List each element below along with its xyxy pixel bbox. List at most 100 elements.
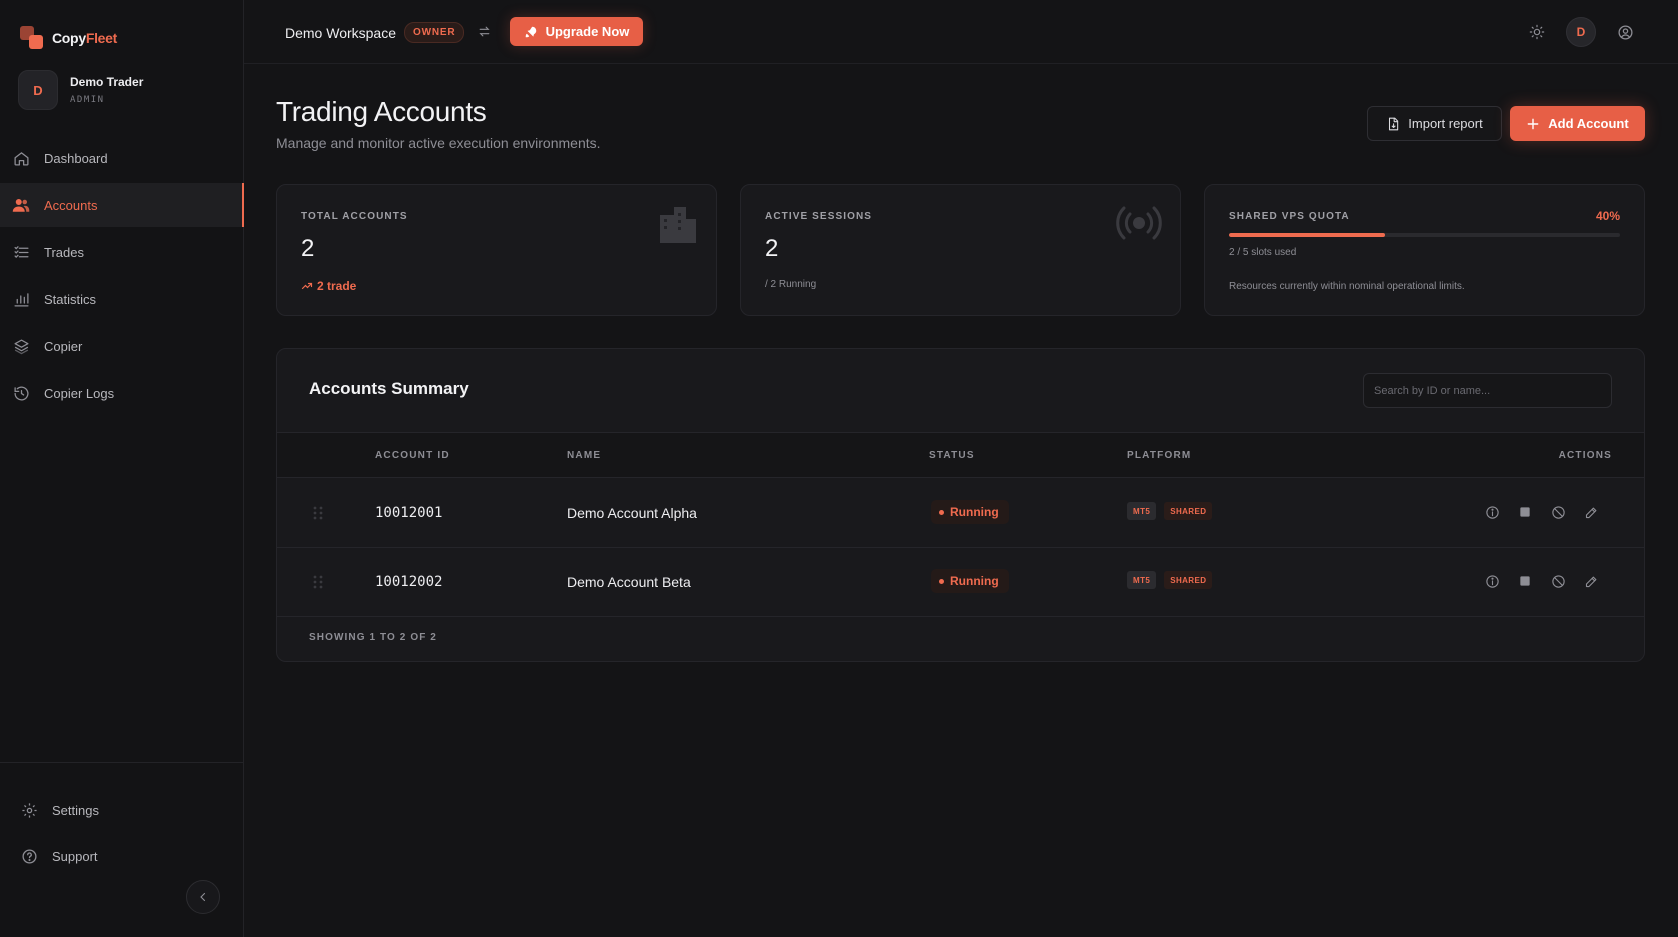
sidebar-item-copier[interactable]: Copier xyxy=(0,324,244,368)
platform-badge: MT5 xyxy=(1127,502,1157,520)
workspace-name: Demo Workspace xyxy=(285,24,397,41)
drag-handle-icon[interactable] xyxy=(313,575,323,594)
layers-icon xyxy=(12,337,30,355)
profile-role: ADMIN xyxy=(70,95,105,105)
add-account-button[interactable]: Add Account xyxy=(1510,106,1645,141)
import-report-button[interactable]: Import report xyxy=(1367,106,1502,141)
table-header: ACCOUNT ID NAME STATUS PLATFORM ACTIONS xyxy=(277,432,1644,478)
account-name: Demo Account Alpha xyxy=(567,505,697,521)
sidebar-item-support[interactable]: Support xyxy=(0,833,244,879)
quota-note: Resources currently within nominal opera… xyxy=(1229,281,1465,292)
sidebar-item-label: Trades xyxy=(44,244,84,260)
table-row[interactable]: 10012001 Demo Account Alpha Running MT5 … xyxy=(277,479,1644,548)
file-import-icon xyxy=(1389,117,1399,130)
total-accounts-card: TOTAL ACCOUNTS 2 2 trade xyxy=(276,184,717,316)
sidebar-item-label: Settings xyxy=(52,802,99,818)
chevron-left-icon xyxy=(200,892,206,902)
mode-badge: SHARED xyxy=(1164,571,1213,589)
platform-badge: MT5 xyxy=(1127,571,1157,589)
top-right-controls: D xyxy=(1522,17,1640,47)
sidebar-item-label: Accounts xyxy=(44,197,98,213)
history-icon xyxy=(12,384,30,402)
edit-icon[interactable] xyxy=(1582,503,1600,521)
pagination-summary: SHOWING 1 TO 2 OF 2 xyxy=(309,632,437,643)
header-account-id[interactable]: ACCOUNT ID xyxy=(375,450,450,461)
sidebar-nav: Dashboard Accounts Trades Statistics Cop… xyxy=(0,136,244,418)
sidebar-item-label: Copier Logs xyxy=(44,385,115,401)
bar-chart-icon xyxy=(12,290,30,308)
card-label: TOTAL ACCOUNTS xyxy=(301,211,408,222)
list-icon xyxy=(12,243,30,261)
account-circle-icon[interactable] xyxy=(1610,17,1640,47)
account-id: 10012001 xyxy=(375,505,443,521)
header-status[interactable]: STATUS xyxy=(929,450,975,461)
collapse-sidebar-button[interactable] xyxy=(186,880,220,914)
top-bar: Demo Workspace OWNER Upgrade Now D xyxy=(244,0,1678,64)
header-platform[interactable]: PLATFORM xyxy=(1127,450,1191,461)
sidebar-item-dashboard[interactable]: Dashboard xyxy=(0,136,244,180)
card-label: SHARED VPS QUOTA xyxy=(1229,211,1350,222)
import-label: Import report xyxy=(1408,116,1483,131)
profile-block[interactable]: D Demo Trader ADMIN xyxy=(18,70,143,110)
quota-progress-fill xyxy=(1229,233,1386,237)
sidebar-item-label: Support xyxy=(52,848,98,864)
card-value: 2 xyxy=(301,235,315,262)
trend-up-icon xyxy=(301,282,313,290)
active-sessions-card: ACTIVE SESSIONS 2 / 2 Running xyxy=(740,184,1181,316)
add-account-label: Add Account xyxy=(1548,116,1629,131)
broadcast-icon xyxy=(1116,205,1162,246)
plus-icon xyxy=(1527,118,1539,129)
avatar: D xyxy=(18,70,58,110)
users-icon xyxy=(12,196,30,214)
row-actions xyxy=(1483,572,1600,590)
stop-icon[interactable] xyxy=(1516,572,1534,590)
mode-badge: SHARED xyxy=(1164,502,1213,520)
theme-toggle-sun-icon[interactable] xyxy=(1522,17,1552,47)
header-name[interactable]: NAME xyxy=(567,450,601,461)
sidebar-footer: Settings Support xyxy=(0,762,244,879)
sidebar-item-trades[interactable]: Trades xyxy=(0,230,244,274)
stop-icon[interactable] xyxy=(1516,503,1534,521)
card-label: ACTIVE SESSIONS xyxy=(765,211,873,222)
sidebar-item-label: Dashboard xyxy=(44,150,108,166)
logo-icon xyxy=(20,26,44,50)
brand-logo[interactable]: CopyFleet xyxy=(20,26,117,50)
card-foot: 2 trade xyxy=(301,279,356,293)
sidebar-item-label: Statistics xyxy=(44,291,97,307)
role-badge: OWNER xyxy=(404,22,465,43)
upgrade-button[interactable]: Upgrade Now xyxy=(510,17,643,46)
account-id: 10012002 xyxy=(375,574,443,590)
table-title: Accounts Summary xyxy=(309,379,469,398)
search-input[interactable] xyxy=(1363,373,1612,408)
status-badge: Running xyxy=(931,500,1009,524)
workspace-switcher[interactable]: Demo Workspace OWNER xyxy=(285,22,491,43)
row-actions xyxy=(1483,503,1600,521)
drag-handle-icon[interactable] xyxy=(313,506,323,525)
card-value: 2 xyxy=(765,235,779,262)
platform-tags: MT5 SHARED xyxy=(1127,502,1213,520)
header-actions: ACTIONS xyxy=(1558,450,1612,461)
brand-name: CopyFleet xyxy=(52,30,117,46)
sidebar-item-accounts[interactable]: Accounts xyxy=(0,183,244,227)
block-icon[interactable] xyxy=(1549,503,1567,521)
upgrade-label: Upgrade Now xyxy=(545,24,630,39)
sidebar-item-statistics[interactable]: Statistics xyxy=(0,277,244,321)
user-avatar[interactable]: D xyxy=(1566,17,1596,47)
vps-quota-card: SHARED VPS QUOTA 40% 2 / 5 slots used Re… xyxy=(1204,184,1645,316)
app-window: CopyFleet D Demo Trader ADMIN Dashboard … xyxy=(0,0,1678,937)
building-icon xyxy=(656,205,698,248)
info-icon[interactable] xyxy=(1483,572,1501,590)
table-row[interactable]: 10012002 Demo Account Beta Running MT5 S… xyxy=(277,548,1644,617)
page-subtitle: Manage and monitor active execution envi… xyxy=(276,135,601,151)
edit-icon[interactable] xyxy=(1582,572,1600,590)
account-name: Demo Account Beta xyxy=(567,574,691,590)
page-title: Trading Accounts xyxy=(276,96,487,127)
card-foot: / 2 Running xyxy=(765,279,817,290)
sidebar: CopyFleet D Demo Trader ADMIN Dashboard … xyxy=(0,0,244,937)
info-icon[interactable] xyxy=(1483,503,1501,521)
block-icon[interactable] xyxy=(1549,572,1567,590)
sidebar-item-settings[interactable]: Settings xyxy=(0,787,244,833)
help-icon xyxy=(20,847,38,865)
swap-icon[interactable] xyxy=(478,25,491,41)
sidebar-item-copier-logs[interactable]: Copier Logs xyxy=(0,371,244,415)
